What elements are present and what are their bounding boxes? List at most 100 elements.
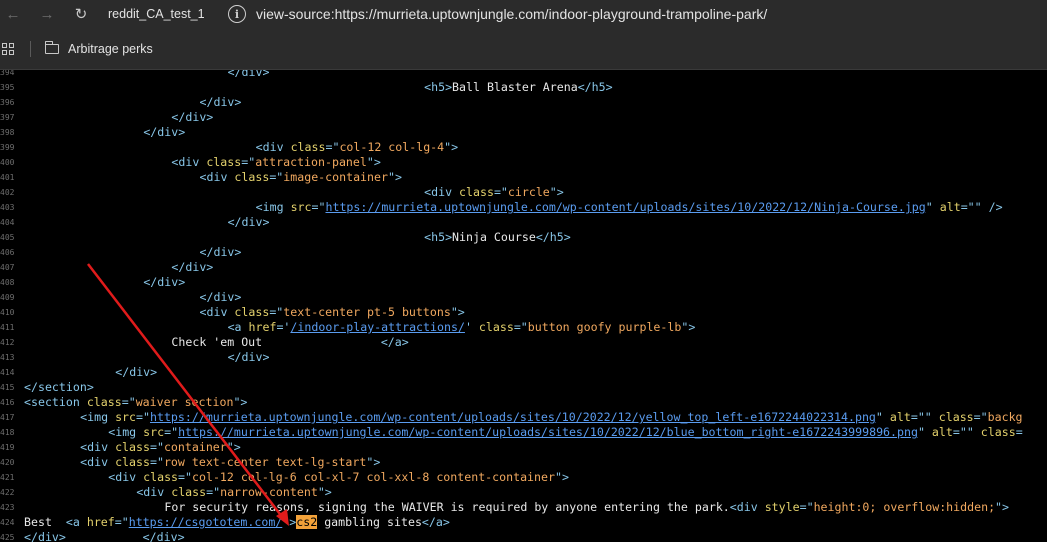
source-code: <div class="text-center pt-5 buttons"> (200, 305, 465, 320)
line-number: 414 (0, 368, 15, 377)
source-token: =" (206, 485, 221, 499)
source-token: <div (199, 305, 235, 319)
source-line: 415 </section> (0, 380, 1047, 395)
forward-icon[interactable]: → (34, 0, 60, 28)
source-token: "> (387, 170, 402, 184)
source-token: =" (269, 305, 284, 319)
source-link[interactable]: https://murrieta.uptownjungle.com/wp-con… (178, 425, 918, 439)
source-code: <div class="attraction-panel"> (171, 155, 380, 170)
tab-title[interactable]: reddit_CA_test_1 (108, 7, 228, 21)
bookmarks-bar: Arbitrage perks (0, 28, 1047, 70)
source-link[interactable]: https://murrieta.uptownjungle.com/wp-con… (325, 200, 925, 214)
source-token: "> (549, 185, 564, 199)
source-token: "> (226, 440, 241, 454)
source-token: </div> (24, 530, 66, 542)
line-number: 400 (0, 158, 15, 167)
line-number: 408 (0, 278, 15, 287)
source-token: <div (80, 440, 116, 454)
source-token: <div (255, 140, 291, 154)
line-number: 410 (0, 308, 15, 317)
source-token: </div> (143, 125, 186, 139)
source-token: waiver section (135, 395, 234, 409)
source-link[interactable]: https://murrieta.uptownjungle.com/wp-con… (150, 410, 876, 424)
source-token: ="" /> (960, 200, 1003, 214)
source-line: 418 <img src="https://murrieta.uptownjung… (0, 425, 1047, 440)
source-token (66, 530, 143, 542)
source-token: col-12 col-lg-6 col-xl-7 col-xxl-8 conte… (192, 470, 555, 484)
source-code: </div> (228, 350, 270, 365)
source-line: 407 </div> (0, 260, 1047, 275)
source-code: <div class="narrow-content"> (136, 485, 331, 500)
source-token: class (459, 185, 494, 199)
source-token: " (925, 200, 940, 214)
source-code: <div class="image-container"> (200, 170, 402, 185)
source-code: <img src="https://murrieta.uptownjungle.… (108, 425, 1022, 440)
source-token: circle (507, 185, 550, 199)
line-number: 416 (0, 398, 15, 407)
line-number: 404 (0, 218, 15, 227)
source-code: </div> (171, 260, 213, 275)
source-token: =" (311, 200, 326, 214)
source-token: =" (493, 185, 508, 199)
source-token: <div (80, 455, 116, 469)
bookmark-arbitrage-perks[interactable]: Arbitrage perks (68, 42, 153, 56)
line-number: 395 (0, 83, 15, 92)
source-token: For security reasons, signing the WAIVER… (164, 500, 730, 514)
source-line: 403 <img src="https://murrieta.uptownjung… (0, 200, 1047, 215)
source-line: 394 </div> (0, 70, 1047, 80)
source-code: <div class="circle"> (424, 185, 564, 200)
source-token: <h5> (424, 80, 453, 94)
line-number: 407 (0, 263, 15, 272)
source-line: 406 </div> (0, 245, 1047, 260)
source-token: class (115, 455, 150, 469)
source-code: </div> (143, 125, 185, 140)
source-token: =" (114, 515, 129, 529)
source-line: 425 </div> </div> (0, 530, 1047, 542)
source-token: class (115, 440, 150, 454)
site-info-icon[interactable]: i (228, 5, 246, 23)
source-token: container (163, 440, 227, 454)
source-link[interactable]: /indoor-play-attractions/ (290, 320, 465, 334)
source-token: Best (24, 515, 66, 529)
address-bar[interactable]: view-source:https://murrieta.uptownjungl… (256, 6, 767, 22)
source-token: <img (80, 410, 116, 424)
source-token: <div (171, 155, 207, 169)
source-line: 395 <h5>Ball Blaster Arena</h5> (0, 80, 1047, 95)
source-token: Ninja Course (452, 230, 536, 244)
source-code: </div> </div> (24, 530, 185, 542)
source-link[interactable]: https://csgototem.com/ (129, 515, 283, 529)
source-token: =" (149, 455, 164, 469)
source-token: =" (513, 320, 528, 334)
source-token: button goofy purple-lb (527, 320, 682, 334)
source-token: ="" (952, 425, 981, 439)
line-number: 402 (0, 188, 15, 197)
source-code: <div class="row text-center text-lg-star… (80, 455, 380, 470)
source-token: <div (424, 185, 460, 199)
back-icon[interactable]: ← (0, 0, 26, 28)
source-token: </section> (24, 380, 94, 394)
source-line: 416 <section class="waiver section"> (0, 395, 1047, 410)
source-token: href (248, 320, 277, 334)
source-token: class (234, 305, 270, 319)
line-number: 420 (0, 458, 15, 467)
source-line: 398 </div> (0, 125, 1047, 140)
source-token: =" (121, 395, 136, 409)
source-token: <div (199, 170, 235, 184)
source-code: <a href='/indoor-play-attractions/' clas… (228, 320, 696, 335)
reload-icon[interactable]: ↻ (68, 0, 94, 28)
source-token: class (290, 140, 326, 154)
source-code: </div> (200, 95, 242, 110)
line-number: 401 (0, 173, 15, 182)
source-code: </div> (200, 245, 242, 260)
source-token: </div> (115, 365, 158, 379)
source-code: <div class="col-12 col-lg-4"> (256, 140, 458, 155)
source-code: </div> (143, 275, 185, 290)
source-token: =" (241, 155, 256, 169)
page-source-view[interactable]: 394 </div> 395 <h5>Ball Blaster Arena</h5> 3… (0, 70, 1047, 542)
apps-grid-icon[interactable] (2, 42, 14, 55)
source-token: =" (325, 140, 340, 154)
source-token: <section (24, 395, 87, 409)
line-number: 397 (0, 113, 15, 122)
source-line: 410 <div class="text-center pt-5 buttons"… (0, 305, 1047, 320)
source-token: class (171, 485, 207, 499)
